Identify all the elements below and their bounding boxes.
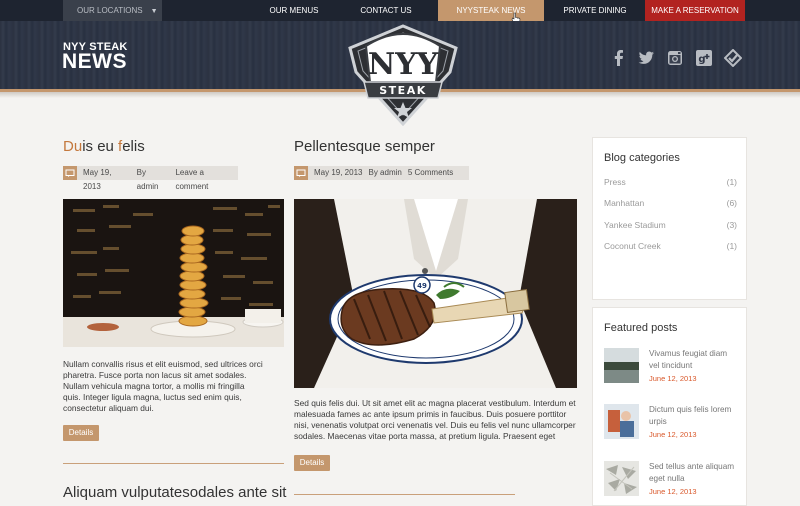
top-navigation: OUR LOCATIONS ▼ OUR MENUS CONTACT US NYYS… <box>0 0 800 25</box>
category-name[interactable]: Yankee Stadium <box>604 220 666 230</box>
category-name[interactable]: Manhattan <box>604 198 644 208</box>
category-item[interactable]: Yankee Stadium (3) <box>604 220 737 230</box>
locations-label: OUR LOCATIONS <box>77 6 143 15</box>
featured-post-title[interactable]: Vivamus feugiat diam vel tincidunt <box>649 348 739 372</box>
post-title-text: is eu <box>82 138 119 155</box>
post-divider <box>294 494 515 495</box>
post-comments-link[interactable]: Leave a comment <box>175 166 238 191</box>
post-author[interactable]: By admin <box>368 166 401 180</box>
post-comments-link[interactable]: 5 Comments <box>408 166 453 180</box>
locations-dropdown[interactable]: OUR LOCATIONS ▼ <box>63 0 162 21</box>
post-date: May 19, 2013 <box>314 168 363 177</box>
logo-text-nyy: NYY <box>368 47 439 82</box>
details-button-2[interactable]: Details <box>294 455 330 471</box>
page-title: NEWS <box>62 50 127 73</box>
google-plus-icon[interactable]: g <box>695 49 713 67</box>
post-title-1[interactable]: Duis eu felis <box>63 138 145 155</box>
post-excerpt-1: Nullam convallis risus et elit euismod, … <box>63 359 263 413</box>
blog-categories-card: Blog categories Press (1) Manhattan (6) Ya… <box>592 137 747 300</box>
twitter-icon[interactable] <box>637 49 655 67</box>
nav-contact-us[interactable]: CONTACT US <box>356 0 416 21</box>
svg-text:g: g <box>698 54 705 65</box>
category-count: (1) <box>726 177 737 187</box>
featured-post-title[interactable]: Dictum quis felis lorem urpis <box>649 404 739 428</box>
category-item[interactable]: Manhattan (6) <box>604 198 737 208</box>
category-count: (6) <box>726 198 737 208</box>
make-reservation-button[interactable]: MAKE A RESERVATION <box>645 0 745 21</box>
nav-nyysteak-news[interactable]: NYYSTEAK NEWS <box>438 0 544 21</box>
category-name[interactable]: Coconut Creek <box>604 241 661 251</box>
foursquare-icon[interactable] <box>724 49 742 67</box>
category-item[interactable]: Coconut Creek (1) <box>604 241 737 251</box>
category-item[interactable]: Press (1) <box>604 177 737 187</box>
post-date: May 19, 2013 <box>83 168 112 191</box>
steak-plate-photo[interactable]: 49 <box>294 199 577 388</box>
category-count: (3) <box>726 220 737 230</box>
featured-posts-title: Featured posts <box>604 322 678 334</box>
post-divider <box>63 463 284 464</box>
caret-down-icon: ▼ <box>150 8 158 15</box>
post-meta-2: May 19, 2013 By admin 5 Comments <box>294 166 469 180</box>
nav-private-dining[interactable]: PRIVATE DINING <box>560 0 630 21</box>
instagram-icon[interactable] <box>666 49 684 67</box>
post-author[interactable]: By admin <box>137 166 170 191</box>
blog-categories-title: Blog categories <box>604 152 680 164</box>
featured-post-date: June 12, 2013 <box>649 487 697 496</box>
comment-icon <box>294 166 308 180</box>
featured-thumb-1[interactable] <box>604 348 639 383</box>
featured-posts-card: Featured posts Vivamus feugiat diam vel … <box>592 307 747 506</box>
comment-icon <box>63 166 77 180</box>
post-meta-1: May 19, 2013 By admin Leave a comment <box>63 166 238 191</box>
facebook-icon[interactable] <box>610 49 628 67</box>
onion-rings-photo[interactable] <box>63 199 284 347</box>
post-title-text: elis <box>122 138 145 155</box>
nyy-steak-logo[interactable]: NYY STEAK <box>344 24 462 126</box>
post-excerpt-2: Sed quis felis dui. Ut sit amet elit ac … <box>294 398 576 441</box>
featured-post-date: June 12, 2013 <box>649 374 697 383</box>
post-title-accent: Du <box>63 138 83 155</box>
plate-number: 49 <box>417 282 427 290</box>
details-button-1[interactable]: Details <box>63 425 99 441</box>
post-title-3[interactable]: Aliquam vulputatesodales ante sit <box>63 484 286 501</box>
featured-thumb-2[interactable] <box>604 404 639 439</box>
nav-our-menus[interactable]: OUR MENUS <box>262 0 326 21</box>
featured-post-date: June 12, 2013 <box>649 430 697 439</box>
category-count: (1) <box>726 241 737 251</box>
category-name[interactable]: Press <box>604 177 626 187</box>
featured-post-title[interactable]: Sed tellus ante aliquam eget nulla <box>649 461 739 485</box>
featured-thumb-3[interactable] <box>604 461 639 496</box>
post-title-2[interactable]: Pellentesque semper <box>294 138 435 155</box>
logo-text-steak: STEAK <box>379 84 426 97</box>
